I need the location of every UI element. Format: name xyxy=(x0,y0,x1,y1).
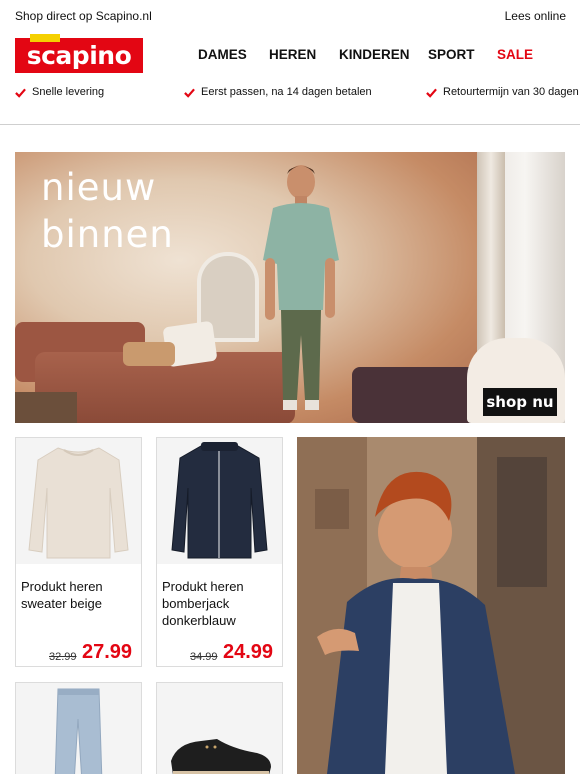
nav-item-dames[interactable]: DAMES xyxy=(198,47,247,62)
read-online-link[interactable]: Lees online xyxy=(505,9,566,23)
product-image xyxy=(16,683,141,774)
product-card-sweater[interactable]: Produkt heren sweater beige 32.99 27.99 xyxy=(15,437,142,667)
scapino-logo[interactable]: scapino xyxy=(15,34,143,73)
bomberjack-image xyxy=(157,438,282,564)
usp-label: Eerst passen, na 14 dagen betalen xyxy=(201,86,372,98)
top-bar: Shop direct op Scapino.nl Lees online xyxy=(0,0,580,34)
hero-banner[interactable]: nieuw binnen shop nu xyxy=(15,152,565,423)
hero-headline-line1: nieuw xyxy=(41,166,157,209)
usp-label: Snelle levering xyxy=(32,86,105,98)
usp-label: Retourtermijn van 30 dagen xyxy=(443,86,579,98)
check-icon xyxy=(15,88,26,98)
sneakers-image xyxy=(157,683,282,774)
usp-return-policy: Retourtermijn van 30 dagen xyxy=(426,86,579,98)
product-card-bomberjack[interactable]: Produkt heren bomberjack donkerblauw 34.… xyxy=(156,437,283,667)
product-image xyxy=(16,438,141,564)
jeans-image xyxy=(16,683,141,774)
nav-item-heren[interactable]: HEREN xyxy=(269,47,316,62)
product-price: 27.99 xyxy=(82,641,133,663)
product-price: 24.99 xyxy=(223,641,274,663)
usp-fast-delivery: Snelle levering xyxy=(15,86,104,98)
product-image xyxy=(157,683,282,774)
hero-pillow xyxy=(123,342,175,366)
hero-model xyxy=(263,165,339,410)
check-icon xyxy=(426,88,437,98)
promo-lifestyle-image[interactable] xyxy=(297,437,565,774)
product-card-sneakers[interactable] xyxy=(156,682,283,774)
sweater-image xyxy=(16,438,141,564)
product-card-jeans[interactable] xyxy=(15,682,142,774)
check-icon xyxy=(184,88,195,98)
product-name: Produkt heren bomberjack donkerblauw xyxy=(162,579,244,628)
product-old-price: 32.99 xyxy=(49,651,77,663)
product-name: Produkt heren sweater beige xyxy=(21,579,103,611)
hero-headline-line2: binnen xyxy=(41,213,174,256)
product-old-price: 34.99 xyxy=(190,651,218,663)
logo-text: scapino xyxy=(26,41,132,70)
promo-model-photo xyxy=(297,437,565,774)
nav-item-kinderen[interactable]: KINDEREN xyxy=(339,47,410,62)
product-image xyxy=(157,438,282,564)
nav-item-sale[interactable]: SALE xyxy=(497,47,533,62)
hero-table xyxy=(15,392,77,423)
shop-now-button[interactable]: shop nu xyxy=(483,388,557,416)
usp-pay-later: Eerst passen, na 14 dagen betalen xyxy=(184,86,372,98)
header-divider xyxy=(0,124,580,125)
shop-direct-link[interactable]: Shop direct op Scapino.nl xyxy=(15,9,152,23)
hero-headline: nieuw binnen xyxy=(41,164,174,258)
nav-item-sport[interactable]: SPORT xyxy=(428,47,475,62)
